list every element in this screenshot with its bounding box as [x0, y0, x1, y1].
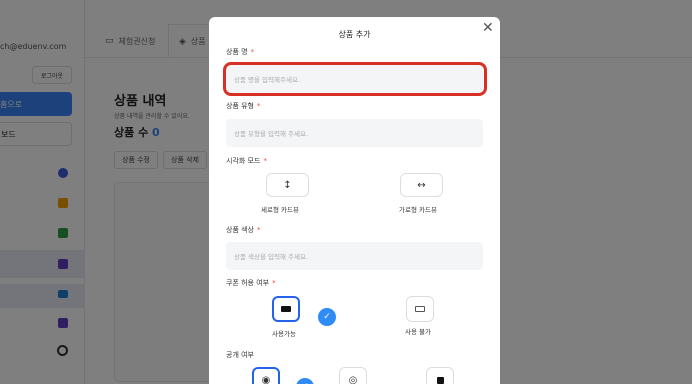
- type-label-text: 상품 유형: [226, 102, 254, 110]
- view-mode-label: 시각화 모드 *: [226, 156, 267, 166]
- lock-icon: [436, 376, 444, 384]
- coupon-label-text: 쿠폰 허용 여부: [226, 279, 270, 287]
- eye-off-icon: ◎: [348, 374, 358, 384]
- vertical-card-label: 세로형 카드뷰: [261, 206, 299, 214]
- coupon-disallowed-option[interactable]: [406, 296, 434, 322]
- horizontal-card-label: 가로형 카드뷰: [399, 206, 437, 214]
- required-mark: *: [272, 279, 276, 287]
- add-product-modal: 상품 추가 ✕ 상품 명 * 상품 명을 입력해주세요. 상품 유형 * 상품 유형…: [209, 17, 500, 384]
- ticket-outline-icon: [415, 306, 425, 312]
- public-option[interactable]: ◉: [252, 367, 280, 384]
- vertical-arrow-icon: ↕: [283, 179, 292, 191]
- required-mark: *: [257, 102, 261, 110]
- horizontal-arrow-icon: ↔: [417, 179, 426, 191]
- color-label-text: 상품 색상: [226, 226, 254, 234]
- product-type-input[interactable]: 상품 유형을 입력해 주세요.: [226, 119, 483, 147]
- required-mark: *: [263, 157, 267, 165]
- modal-title: 상품 추가: [338, 30, 371, 39]
- type-label: 상품 유형 *: [226, 101, 261, 111]
- focus-highlight: [223, 62, 487, 96]
- eye-icon: ◉: [261, 374, 271, 384]
- hidden-option[interactable]: ◎: [339, 367, 367, 384]
- vertical-card-option[interactable]: ↕: [266, 173, 309, 197]
- product-color-input[interactable]: 상품 색상을 입력해 주세요.: [226, 242, 483, 270]
- check-icon: ✓: [296, 378, 314, 384]
- horizontal-card-option[interactable]: ↔: [400, 173, 443, 197]
- required-mark: *: [257, 226, 261, 234]
- close-icon[interactable]: ✕: [482, 20, 494, 36]
- coupon-label: 쿠폰 허용 여부 *: [226, 278, 276, 288]
- public-label: 공개 여부: [226, 351, 254, 359]
- name-label: 상품 명 *: [226, 47, 254, 57]
- check-icon: ✓: [318, 308, 336, 326]
- coupon-allowed-label: 사용가능: [272, 330, 296, 338]
- color-label: 상품 색상 *: [226, 225, 261, 235]
- coupon-allowed-option[interactable]: [272, 296, 300, 322]
- ticket-icon: [281, 306, 291, 312]
- name-label-text: 상품 명: [226, 48, 248, 56]
- required-mark: *: [250, 48, 255, 56]
- private-option[interactable]: [426, 367, 454, 384]
- coupon-disallowed-label: 사용 불가: [405, 328, 431, 336]
- view-label-text: 시각화 모드: [226, 157, 261, 165]
